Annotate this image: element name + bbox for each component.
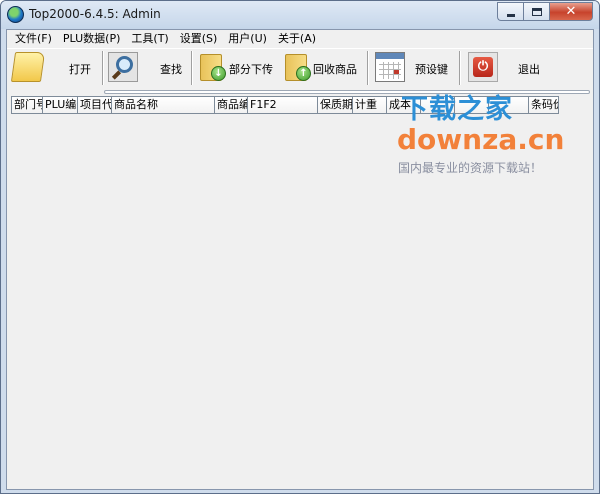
- app-globe-icon[interactable]: [7, 6, 24, 23]
- toolbar: 打开 查找 ↓ 部分下传 ↑ 回收商品 预设键 ⏻ 退出: [7, 48, 593, 88]
- find-button[interactable]: 查找: [160, 61, 182, 77]
- toolbar-separator: [102, 51, 104, 85]
- close-icon: ✕: [565, 4, 577, 19]
- magnifier-icon[interactable]: [108, 52, 138, 82]
- watermark-slogan: 国内最专业的资源下载站！: [398, 161, 543, 175]
- col-department[interactable]: 部门号: [11, 97, 43, 114]
- col-goods-name[interactable]: 商品名称: [112, 97, 215, 114]
- menu-about[interactable]: 关于(A): [273, 30, 321, 47]
- toolbar-separator: [459, 51, 461, 85]
- window-title: Top2000-6.4.5: Admin: [29, 7, 161, 21]
- power-symbol: ⏻: [473, 57, 493, 77]
- open-button[interactable]: 打开: [69, 61, 91, 77]
- down-arrow-badge-icon: ↓: [211, 66, 226, 81]
- folder-open-icon[interactable]: [10, 52, 46, 82]
- toolbar-separator: [367, 51, 369, 85]
- exit-button[interactable]: 退出: [518, 61, 540, 77]
- close-button[interactable]: ✕: [549, 2, 593, 21]
- partial-upload-button[interactable]: 部分下传: [229, 61, 273, 77]
- menu-file[interactable]: 文件(F): [10, 30, 57, 47]
- window-controls: ✕: [497, 2, 593, 21]
- maximize-icon: [532, 8, 542, 16]
- menu-bar: 文件(F) PLU数据(P) 工具(T) 设置(S) 用户(U) 关于(A): [7, 30, 593, 47]
- menu-user[interactable]: 用户(U): [223, 30, 272, 47]
- progress-track: [104, 90, 590, 94]
- menu-plu-data[interactable]: PLU数据(P): [58, 30, 125, 47]
- maximize-button[interactable]: [523, 2, 549, 21]
- col-barcode-price[interactable]: 条码价: [529, 97, 559, 114]
- calendar-header: [376, 53, 404, 59]
- folder-download-icon[interactable]: ↓: [198, 52, 228, 82]
- menu-tools[interactable]: 工具(T): [126, 30, 173, 47]
- minimize-button[interactable]: [497, 2, 523, 21]
- col-goods-code[interactable]: 商品编: [215, 97, 248, 114]
- power-icon[interactable]: ⏻: [468, 52, 498, 82]
- up-arrow-badge-icon: ↑: [296, 66, 311, 81]
- folder-upload-icon[interactable]: ↑: [283, 52, 313, 82]
- toolbar-separator: [191, 51, 193, 85]
- calendar-icon[interactable]: [375, 52, 405, 82]
- watermark-title: 下载之家: [401, 94, 513, 125]
- lens-handle: [111, 70, 122, 80]
- calendar-marker: [394, 70, 399, 74]
- col-shelf-life[interactable]: 保质期: [318, 97, 353, 114]
- minimize-icon: [507, 14, 515, 17]
- preset-keys-button[interactable]: 预设键: [415, 61, 448, 77]
- watermark-url: downza.cn: [397, 123, 565, 156]
- recycle-goods-button[interactable]: 回收商品: [313, 61, 357, 77]
- col-weighing[interactable]: 计重: [353, 97, 387, 114]
- col-item-code[interactable]: 项目代: [78, 97, 112, 114]
- app-window: Top2000-6.4.5: Admin ✕ 文件(F) PLU数据(P) 工具…: [0, 0, 600, 494]
- title-bar[interactable]: Top2000-6.4.5: Admin ✕: [1, 1, 599, 29]
- col-f1f2[interactable]: F1F2: [248, 97, 318, 114]
- col-plu-number[interactable]: PLU编号: [43, 97, 78, 114]
- menu-settings[interactable]: 设置(S): [175, 30, 223, 47]
